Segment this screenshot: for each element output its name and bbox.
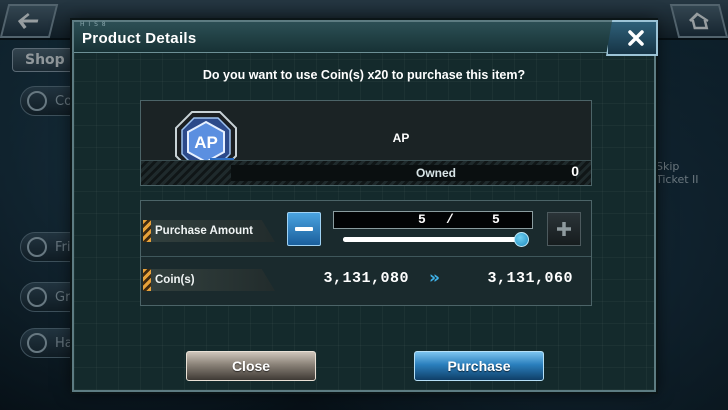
purchase-amount-label: Purchase Amount <box>143 220 275 242</box>
amount-current: 5 <box>418 212 426 227</box>
owned-value: 0 <box>571 163 579 179</box>
dialog-close-button[interactable] <box>606 20 658 56</box>
purchase-button[interactable]: Purchase <box>414 351 544 381</box>
dialog-title: Product Details <box>82 30 197 47</box>
amount-slider[interactable] <box>343 232 529 247</box>
close-button[interactable]: Close <box>186 351 316 381</box>
item-name: AP <box>392 131 410 145</box>
increase-amount-button[interactable] <box>547 212 581 246</box>
minus-icon <box>295 227 313 231</box>
amount-display: 5 / 5 <box>333 211 533 229</box>
coins-after: 3,131,060 <box>487 270 573 287</box>
product-details-dialog: H I S 8 Product Details Do you want to u… <box>72 20 658 392</box>
row-divider <box>141 256 591 257</box>
double-chevron-icon: » <box>429 268 440 288</box>
purchase-panel: Purchase Amount 5 / 5 Coin(s) 3,131,080 … <box>140 200 592 306</box>
item-panel: AP x20 AP Owned 0 <box>140 100 592 186</box>
header-code: H I S 8 <box>80 21 107 28</box>
slider-handle[interactable] <box>514 232 529 247</box>
coins-before: 3,131,080 <box>323 270 409 287</box>
owned-strip <box>231 165 576 181</box>
owned-bar: Owned 0 <box>141 160 591 185</box>
plus-icon <box>557 222 571 236</box>
dialog-header: H I S 8 Product Details <box>74 21 614 53</box>
coins-label: Coin(s) <box>143 269 275 291</box>
close-icon <box>628 30 644 46</box>
item-icon-text: AP <box>194 133 218 152</box>
amount-separator: / <box>446 212 454 227</box>
purchase-question: Do you want to use Coin(s) x20 to purcha… <box>202 68 526 82</box>
amount-max: 5 <box>492 212 500 227</box>
slider-fill <box>343 237 521 242</box>
decrease-amount-button[interactable] <box>287 212 321 246</box>
owned-label: Owned <box>416 166 457 180</box>
